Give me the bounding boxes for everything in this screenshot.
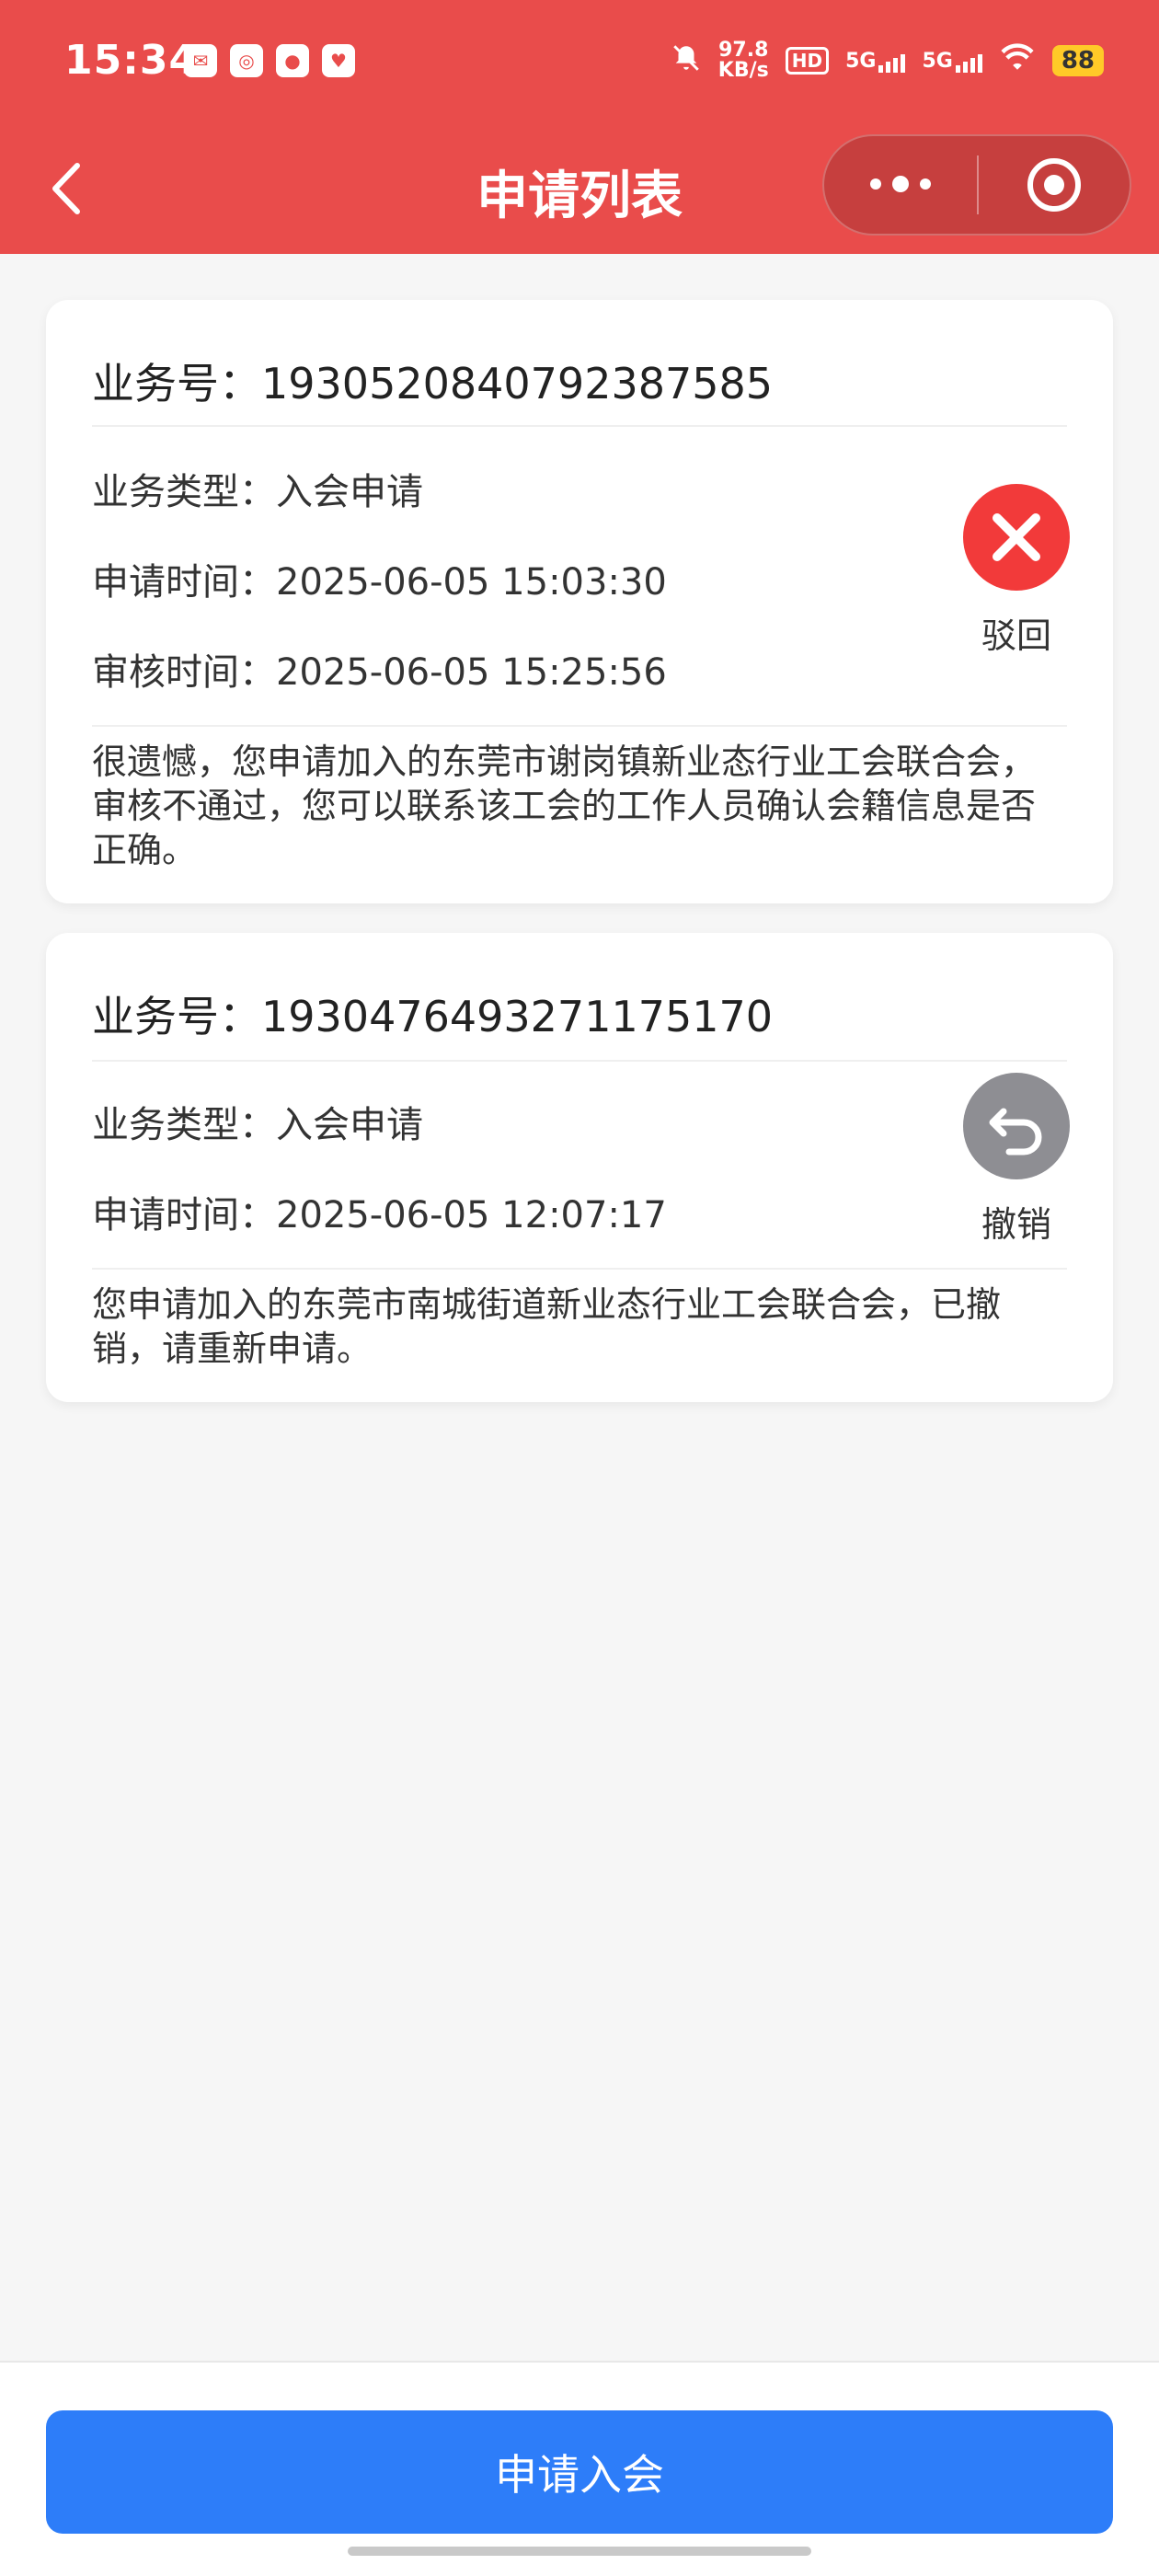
bottom-bar: 申请入会 — [0, 2361, 1159, 2576]
status-label: 撤销 — [981, 1204, 1051, 1245]
divider — [92, 1268, 1067, 1270]
wifi-icon — [999, 43, 1036, 78]
app-notification-icon: ✉ — [184, 44, 217, 77]
business-type: 业务类型：入会申请 — [92, 1104, 423, 1146]
nav-bar: 申请列表 — [0, 129, 1159, 254]
application-note: 很遗憾，您申请加入的东莞市谢岗镇新业态行业工会联合会，审核不通过，您可以联系该工… — [92, 742, 1037, 870]
status-time: 15:34 — [64, 37, 199, 84]
page: 15:34 ✉ ◎ ● ♥ 97.8 KB/s HD 5G 5G 88 申请列表… — [0, 0, 1159, 2576]
apply-time: 申请时间：2025-06-05 15:03:30 — [92, 561, 667, 604]
divider — [92, 1060, 1067, 1062]
mute-icon — [671, 42, 702, 79]
net-speed: 97.8 KB/s — [717, 39, 769, 82]
mini-program-capsule — [822, 134, 1131, 236]
close-mini-program-button[interactable] — [979, 155, 1130, 214]
home-indicator[interactable] — [348, 2547, 811, 2556]
apply-membership-button[interactable]: 申请入会 — [46, 2410, 1113, 2534]
battery-icon: 88 — [1051, 45, 1104, 76]
app-notification-icon: ♥ — [322, 44, 355, 77]
review-time: 审核时间：2025-06-05 15:25:56 — [92, 651, 667, 694]
app-notification-icon: ● — [276, 44, 309, 77]
divider — [92, 725, 1067, 727]
close-icon — [963, 484, 1070, 591]
header: 15:34 ✉ ◎ ● ♥ 97.8 KB/s HD 5G 5G 88 申请列表 — [0, 0, 1159, 254]
signal-icon: 5G — [922, 50, 982, 73]
status-rejected: 驳回 — [952, 484, 1081, 658]
apply-time: 申请时间：2025-06-05 12:07:17 — [92, 1194, 667, 1236]
status-revoked: 撤销 — [952, 1073, 1081, 1247]
application-card[interactable]: 业务号：1930520840792387585 业务类型：入会申请 申请时间：2… — [46, 300, 1113, 903]
status-label: 驳回 — [981, 615, 1051, 656]
undo-icon — [963, 1073, 1070, 1179]
business-number: 业务号：1930520840792387585 — [92, 359, 774, 408]
divider — [92, 425, 1067, 427]
status-app-icons: ✉ ◎ ● ♥ — [184, 44, 355, 77]
application-note: 您申请加入的东莞市南城街道新业态行业工会联合会，已撤销，请重新申请。 — [92, 1284, 1002, 1369]
signal-icon: 5G — [845, 50, 906, 73]
business-type: 业务类型：入会申请 — [92, 471, 423, 513]
hd-icon: HD — [785, 47, 830, 75]
target-icon — [1027, 158, 1081, 212]
more-button[interactable] — [824, 175, 977, 192]
status-indicators: 97.8 KB/s HD 5G 5G 88 — [671, 40, 1104, 81]
app-notification-icon: ◎ — [230, 44, 263, 77]
business-number: 业务号：1930476493271175170 — [92, 992, 774, 1041]
status-bar: 15:34 ✉ ◎ ● ♥ 97.8 KB/s HD 5G 5G 88 — [0, 0, 1159, 129]
application-card[interactable]: 业务号：1930476493271175170 业务类型：入会申请 申请时间：2… — [46, 933, 1113, 1402]
